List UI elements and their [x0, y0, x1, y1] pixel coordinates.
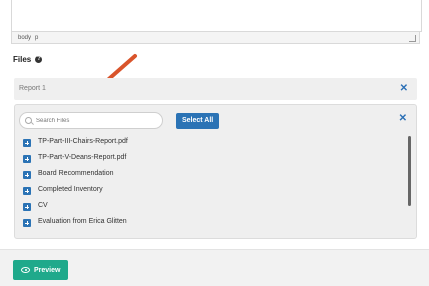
file-name: TP-Part-III-Chairs-Report.pdf — [38, 138, 128, 145]
file-picker-panel: Select All ✕ TP-Part-III-Chairs-Report.p… — [14, 104, 417, 239]
files-heading: Files ? — [13, 55, 43, 64]
add-icon[interactable] — [23, 203, 31, 211]
files-heading-label: Files — [13, 55, 32, 64]
add-icon[interactable] — [23, 155, 31, 163]
add-icon[interactable] — [23, 171, 31, 179]
file-name: Completed Inventory — [38, 186, 103, 193]
select-all-button[interactable]: Select All — [176, 113, 220, 129]
search-input[interactable] — [36, 115, 156, 126]
preview-label: Preview — [34, 266, 61, 274]
file-name: TP-Part-V-Deans-Report.pdf — [38, 154, 127, 161]
add-icon[interactable] — [23, 187, 31, 195]
editor-status-bar: body p — [11, 31, 420, 44]
footer-bar: Preview — [0, 249, 429, 286]
search-icon — [25, 117, 32, 124]
resize-grip-icon[interactable] — [409, 35, 416, 42]
scrollbar[interactable] — [408, 136, 411, 206]
search-input-wrapper[interactable] — [19, 112, 163, 129]
eye-icon — [21, 267, 30, 273]
report-label: Report 1 — [19, 85, 46, 92]
status-path-p[interactable]: p — [35, 35, 38, 41]
add-icon[interactable] — [23, 139, 31, 147]
close-icon[interactable]: ✕ — [399, 113, 407, 124]
file-name: Evaluation from Erica Glitten — [38, 218, 127, 225]
status-path-body[interactable]: body — [18, 35, 31, 41]
report-slot: Report 1 ✕ — [14, 78, 417, 100]
preview-button[interactable]: Preview — [13, 260, 69, 280]
file-name: Board Recommendation — [38, 170, 114, 177]
add-icon[interactable] — [23, 219, 31, 227]
question-circle-icon[interactable]: ? — [35, 56, 43, 64]
close-icon[interactable]: ✕ — [400, 83, 408, 94]
rich-text-editor[interactable] — [11, 0, 422, 32]
file-name: CV — [38, 202, 48, 209]
